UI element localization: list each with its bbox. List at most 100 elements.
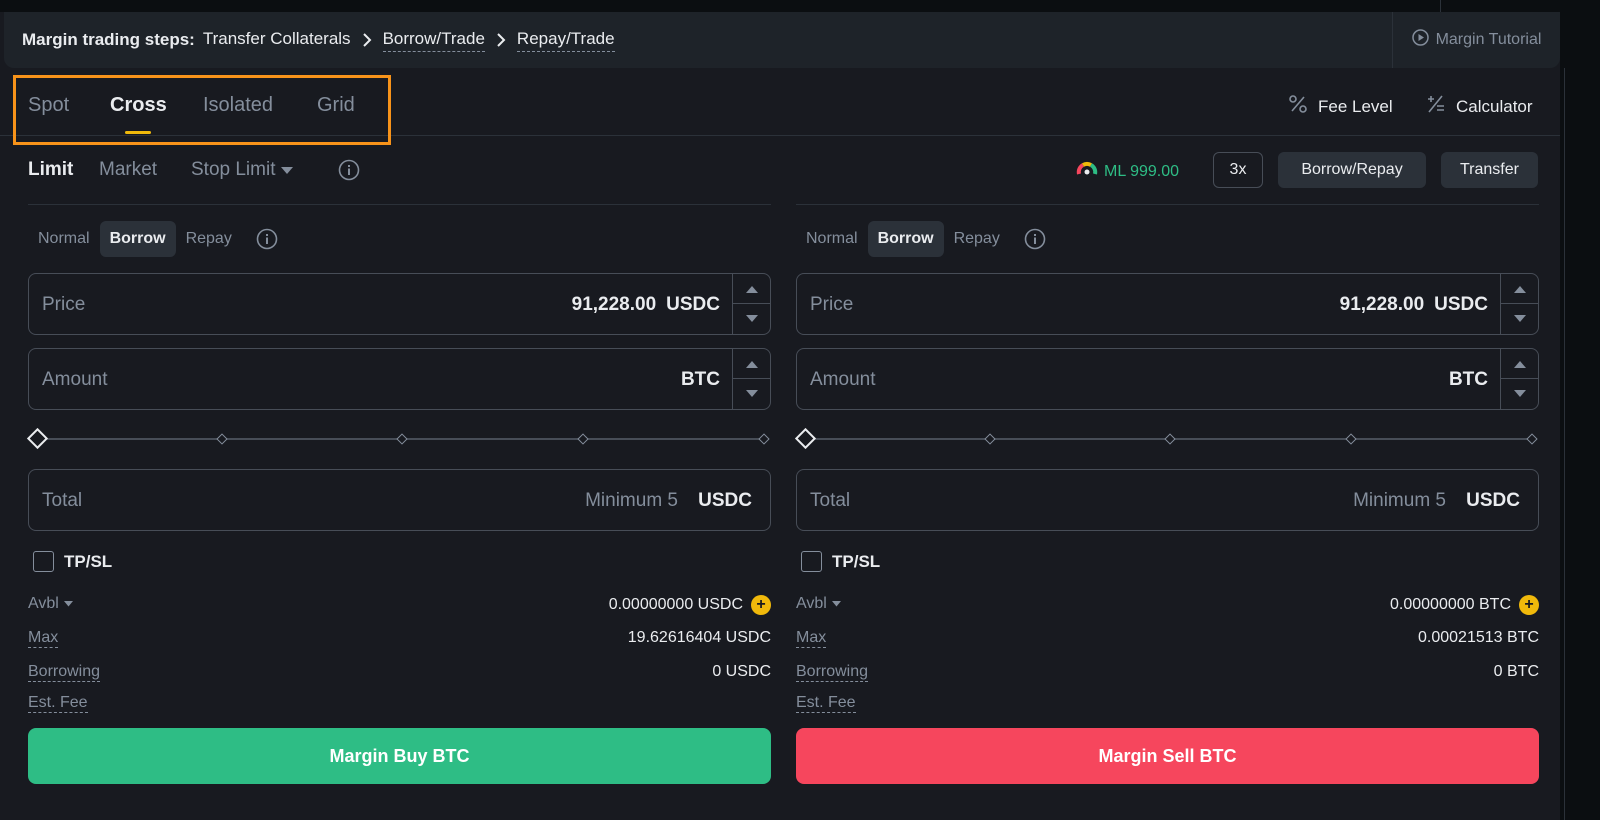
info-icon[interactable] [338,159,360,186]
sell-tpsl-checkbox[interactable]: TP/SL [801,551,880,572]
tab-isolated[interactable]: Isolated [203,94,273,117]
decrement-button[interactable] [733,379,770,409]
mode-normal[interactable]: Normal [796,221,868,257]
step-repay-trade[interactable]: Repay/Trade [516,29,615,52]
caret-up-icon [1513,285,1526,293]
decrement-button[interactable] [733,304,770,334]
chevron-right-icon [359,32,375,48]
margin-sell-button[interactable]: Margin Sell BTC [796,728,1539,784]
slider-handle[interactable] [794,427,817,450]
slider-mark-100[interactable] [1526,433,1538,445]
checkbox[interactable] [801,551,822,572]
checkbox[interactable] [33,551,54,572]
sell-panel: Normal Borrow Repay Price 91,228.00 USDC … [794,205,1539,805]
buy-tpsl-checkbox[interactable]: TP/SL [33,551,112,572]
margin-steps-label: Margin trading steps: [22,30,195,49]
leverage-button[interactable]: 3x [1213,152,1263,188]
mode-borrow[interactable]: Borrow [867,221,944,257]
slider-handle[interactable] [26,427,49,450]
transfer-button[interactable]: Transfer [1441,152,1538,188]
step-transfer-collaterals[interactable]: Transfer Collaterals [203,29,351,51]
calculator-label: Calculator [1456,96,1533,116]
buy-amount-field[interactable]: Amount BTC [28,348,771,410]
right-edge-line [1564,68,1565,820]
sell-total-field[interactable]: Total Minimum 5 USDC [796,469,1539,531]
price-value: 91,228.00 USDC [1340,294,1488,316]
total-hint: Minimum 5 [585,490,678,511]
sell-amount-field[interactable]: Amount BTC [796,348,1539,410]
price-stepper [1500,274,1538,334]
sell-amount-slider[interactable] [794,427,1539,451]
amount-unit: BTC [1448,369,1488,390]
stop-limit-label: Stop Limit [191,159,276,180]
increment-button[interactable] [1501,274,1538,304]
caret-down-icon [281,159,294,181]
caret-up-icon [745,285,758,293]
buy-amount-slider[interactable] [26,427,771,451]
buy-mode-selector: Normal Borrow Repay [28,221,278,257]
margin-tutorial-button[interactable]: Margin Tutorial [1392,12,1560,68]
slider-mark-25[interactable] [216,433,228,445]
caret-down-icon [1513,315,1526,322]
margin-buy-button[interactable]: Margin Buy BTC [28,728,771,784]
calculator-button[interactable]: Calculator [1426,94,1533,119]
order-type-stop-limit[interactable]: Stop Limit [191,159,294,181]
margin-gauge-icon [1076,160,1098,183]
slider-mark-75[interactable] [577,433,589,445]
total-hint: Minimum 5 [1353,490,1446,511]
tab-cross[interactable]: Cross [110,94,167,117]
order-type-market[interactable]: Market [99,159,157,181]
percent-icon [1288,94,1308,119]
info-icon[interactable] [1024,228,1046,250]
mode-repay[interactable]: Repay [176,221,242,257]
slider-mark-50[interactable] [396,433,408,445]
mode-normal[interactable]: Normal [28,221,100,257]
borrowing-label: Borrowing [796,663,869,682]
avbl-label: Avbl [796,595,827,612]
buy-price-field[interactable]: Price 91,228.00 USDC [28,273,771,335]
slider-mark-100[interactable] [758,433,770,445]
amount-unit: BTC [680,369,720,390]
increment-button[interactable] [733,349,770,379]
price-label: Price [42,294,86,315]
add-funds-icon[interactable]: + [1519,595,1539,615]
slider-mark-25[interactable] [984,433,996,445]
increment-button[interactable] [733,274,770,304]
caret-down-icon [1513,390,1526,397]
sell-price-field[interactable]: Price 91,228.00 USDC [796,273,1539,335]
borrow-repay-button[interactable]: Borrow/Repay [1278,152,1426,188]
amount-stepper [1500,349,1538,409]
margin-level-indicator[interactable]: ML 999.00 [1076,160,1179,183]
tab-spot[interactable]: Spot [28,94,69,117]
price-number: 91,228.00 [571,294,657,315]
top-strip-separator [1440,0,1441,12]
mode-borrow[interactable]: Borrow [99,221,176,257]
margin-steps-banner: Margin trading steps: Transfer Collatera… [4,12,1560,68]
info-icon[interactable] [256,228,278,250]
slider-mark-75[interactable] [1345,433,1357,445]
decrement-button[interactable] [1501,379,1538,409]
amount-label: Amount [42,369,108,390]
tab-grid[interactable]: Grid [317,94,355,117]
margin-mode-tabs: Spot Cross Isolated Grid Fee Level Calcu… [0,72,1560,145]
add-funds-icon[interactable]: + [751,595,771,615]
avbl-value: 0.00000000 USDC + [609,595,771,615]
caret-down-icon [745,315,758,322]
max-label: Max [796,629,827,648]
increment-button[interactable] [1501,349,1538,379]
slider-mark-50[interactable] [1164,433,1176,445]
price-stepper [732,274,770,334]
step-borrow-trade[interactable]: Borrow/Trade [382,29,485,52]
active-tab-indicator [125,131,151,134]
avbl-dropdown[interactable]: Avbl [796,595,841,613]
decrement-button[interactable] [1501,304,1538,334]
total-label: Total [42,490,83,511]
avbl-dropdown[interactable]: Avbl [28,595,73,613]
order-type-limit[interactable]: Limit [28,159,73,181]
avbl-amount: 0.00000000 BTC [1390,596,1511,613]
sell-fee-row: Est. Fee [796,694,1539,718]
mode-repay[interactable]: Repay [944,221,1010,257]
caret-down-icon [745,390,758,397]
buy-total-field[interactable]: Total Minimum 5 USDC [28,469,771,531]
fee-level-button[interactable]: Fee Level [1288,94,1393,119]
